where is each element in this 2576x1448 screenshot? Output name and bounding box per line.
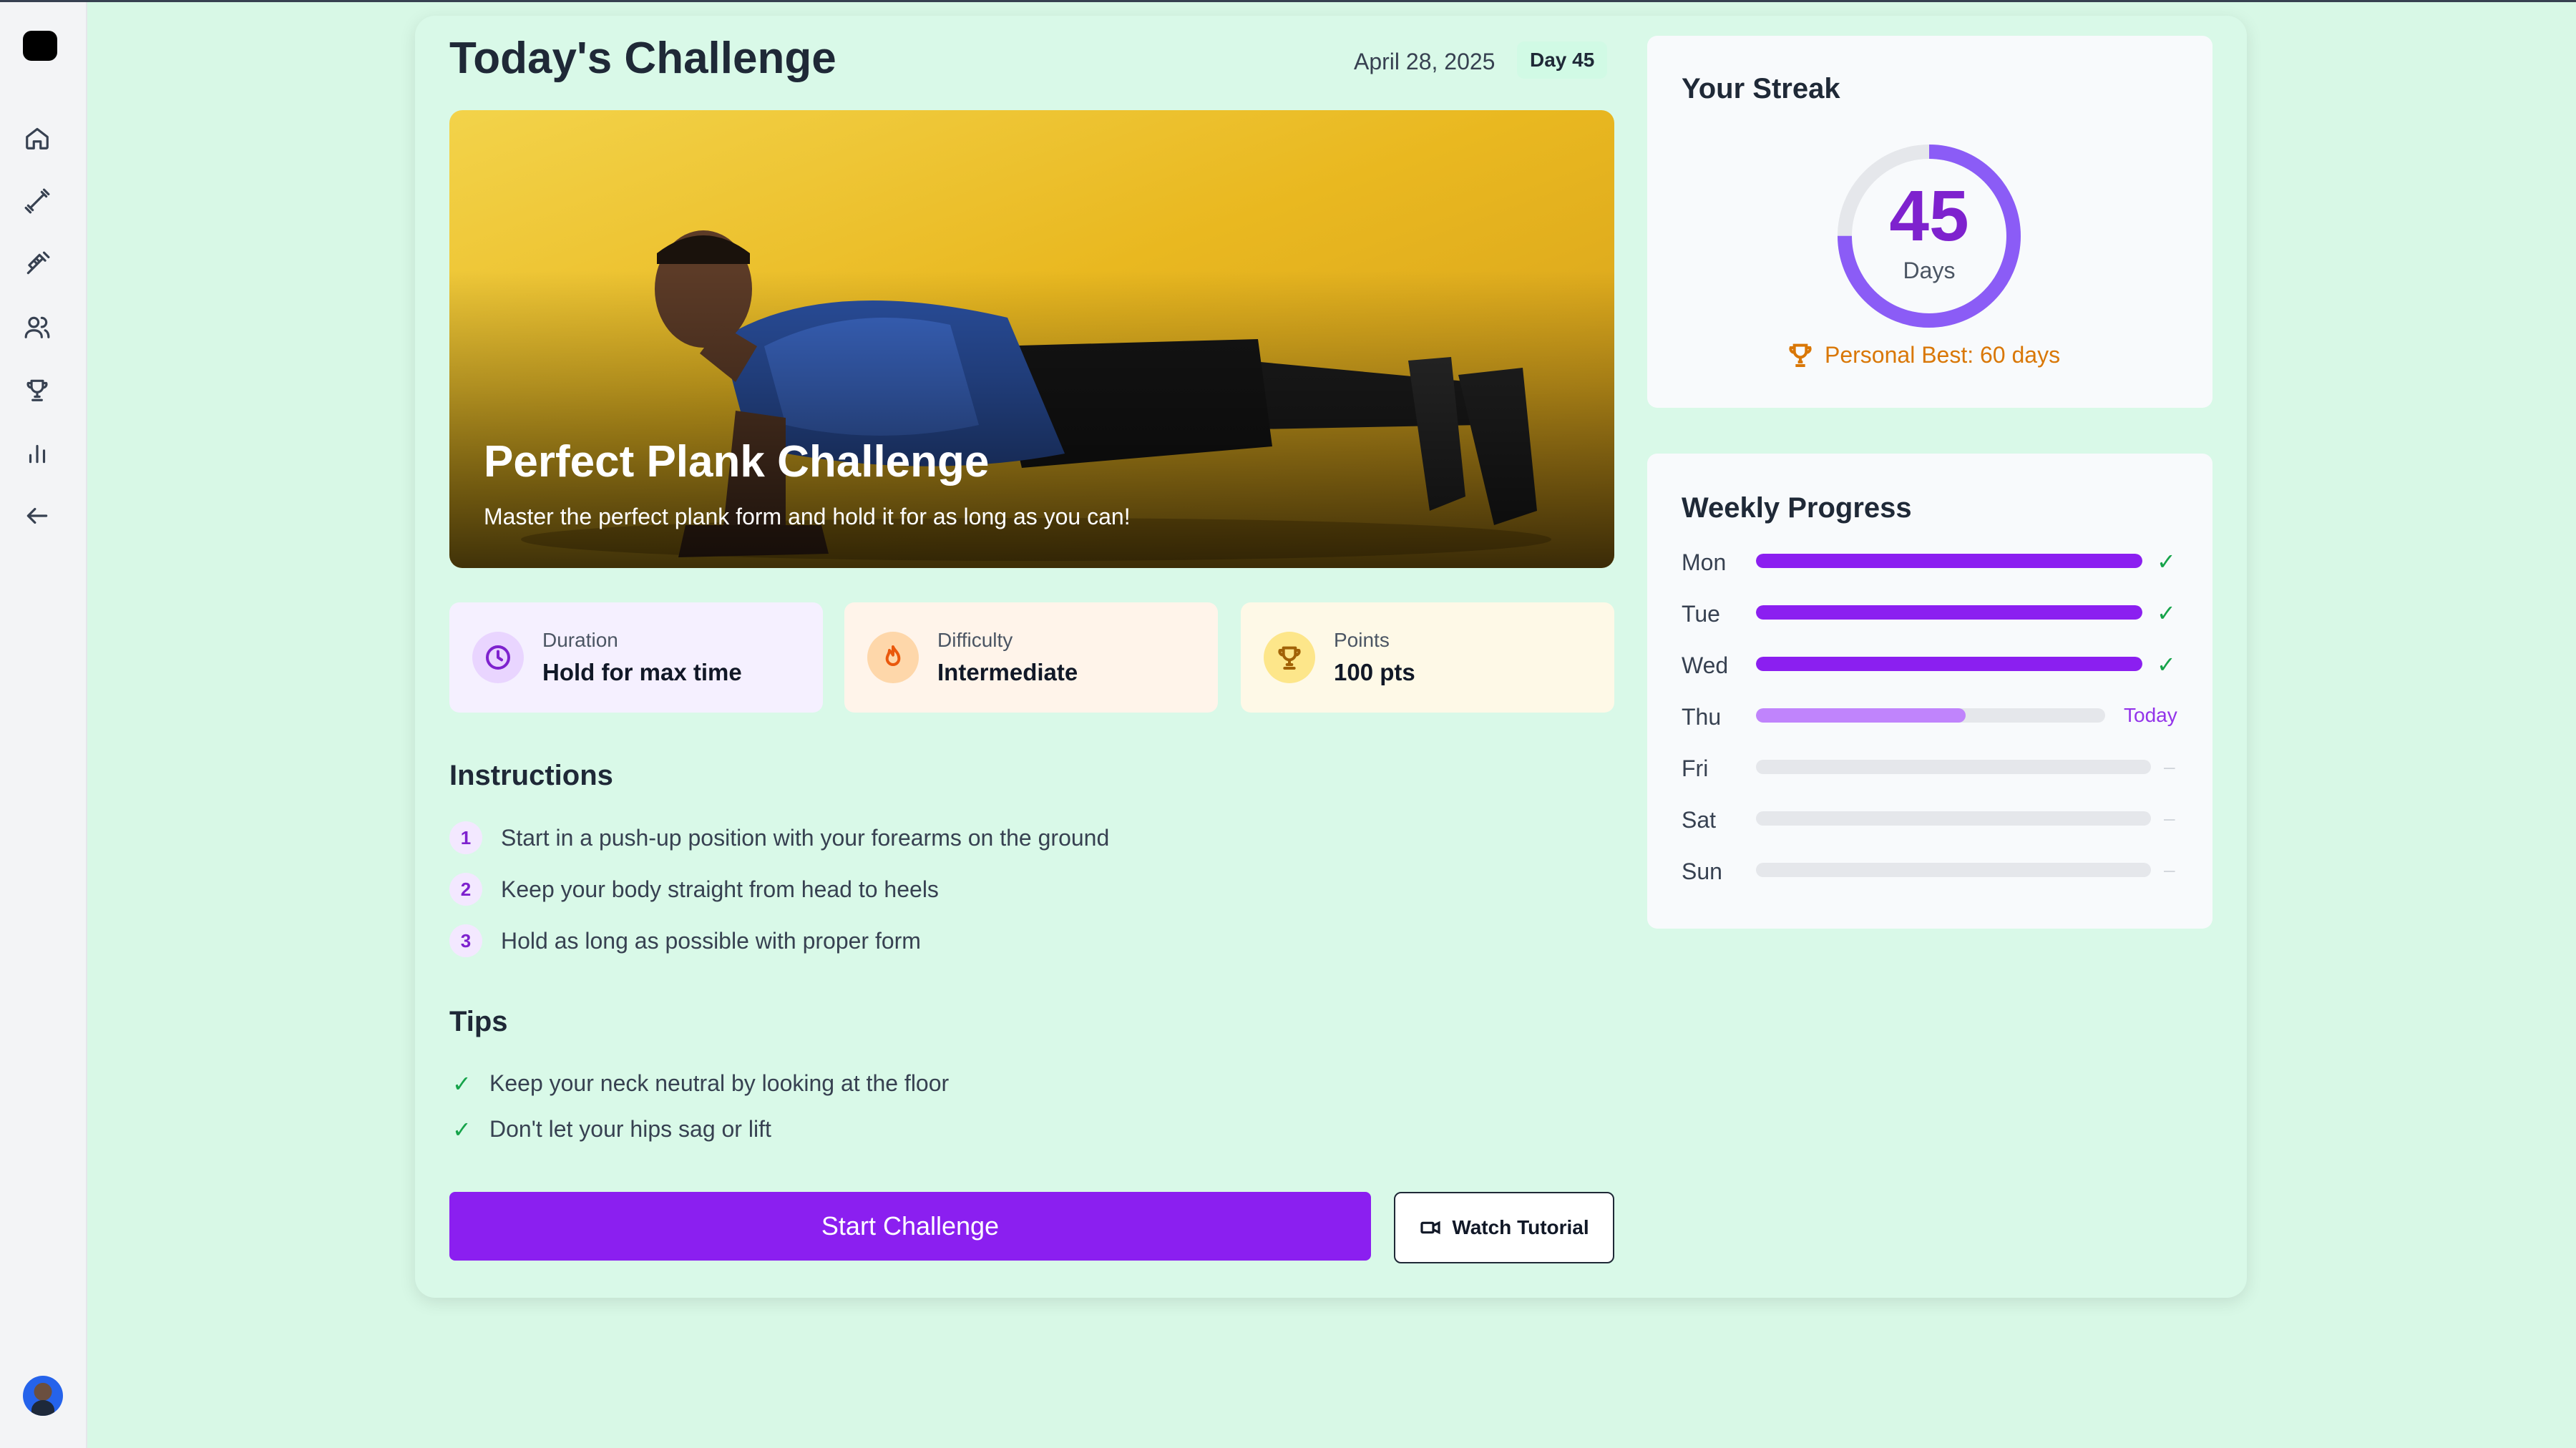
clock-icon <box>472 632 524 683</box>
weekday-label: Mon <box>1682 549 1727 575</box>
check-icon: ✓ <box>2157 600 2176 626</box>
stat-label: Duration <box>542 629 618 651</box>
syringe-icon[interactable] <box>20 247 54 281</box>
tip-text: Keep your neck neutral by looking at the… <box>489 1070 950 1096</box>
check-icon: ✓ <box>2157 652 2176 677</box>
points-card: Points 100 pts <box>1241 602 1614 713</box>
challenge-name: Perfect Plank Challenge <box>484 437 990 486</box>
users-icon[interactable] <box>20 310 54 344</box>
stat-label: Points <box>1334 629 1390 651</box>
hero-banner: Perfect Plank Challenge Master the perfe… <box>449 110 1614 568</box>
weekday-progress-fill <box>1756 708 1966 723</box>
stat-label: Difficulty <box>937 629 1013 651</box>
weekday-progress-bar <box>1756 657 2142 671</box>
weekday-progress-bar <box>1756 708 2105 723</box>
weekday-progress-bar <box>1756 605 2142 620</box>
step-number: 2 <box>449 873 482 906</box>
streak-panel: Your Streak 45 Days Personal Best: 60 da… <box>1647 36 2212 408</box>
weekday-progress-bar <box>1756 554 2142 568</box>
weekday-label: Thu <box>1682 704 1722 730</box>
step-number: 3 <box>449 924 482 957</box>
trophy-icon[interactable] <box>20 373 54 407</box>
challenge-description: Master the perfect plank form and hold i… <box>484 504 1131 529</box>
day-badge: Day 45 <box>1517 41 1608 79</box>
streak-days-label: Days <box>1903 258 1956 283</box>
weekday-progress-fill <box>1756 657 2142 671</box>
pending-dash: – <box>2164 755 2175 778</box>
stat-value: Intermediate <box>937 659 1078 685</box>
bar-chart-icon[interactable] <box>20 436 54 470</box>
arrow-left-icon[interactable] <box>20 499 54 533</box>
trophy-icon <box>1789 343 1812 367</box>
step-text: Hold as long as possible with proper for… <box>501 928 921 954</box>
weekday-label: Sat <box>1682 807 1717 833</box>
step-text: Keep your body straight from head to hee… <box>501 876 939 902</box>
weekly-progress-panel: Weekly Progress Mon ✓ Tue ✓ Wed ✓ Thu Today Fri –… <box>1647 454 2212 929</box>
tips-heading: Tips <box>449 1006 508 1037</box>
page-title: Today's Challenge <box>449 34 836 83</box>
today-label: Today <box>2124 704 2177 726</box>
weekday-progress-bar <box>1756 811 2151 826</box>
pending-dash: – <box>2164 858 2175 881</box>
window-top-border <box>0 0 2576 2</box>
weekly-progress-title: Weekly Progress <box>1682 492 1912 524</box>
home-icon[interactable] <box>20 121 54 155</box>
weekday-progress-fill <box>1756 554 2142 568</box>
step-text: Start in a push-up position with your fo… <box>501 825 1110 851</box>
watch-tutorial-label: Watch Tutorial <box>1452 1216 1589 1238</box>
flame-icon <box>867 632 919 683</box>
weekday-progress-fill <box>1756 605 2142 620</box>
weekday-label: Tue <box>1682 601 1720 627</box>
weekday-progress-bar <box>1756 863 2151 877</box>
challenge-date: April 28, 2025 <box>1354 49 1496 74</box>
video-icon <box>1420 1220 1440 1235</box>
personal-best: Personal Best: 60 days <box>1786 341 2060 369</box>
instructions-heading: Instructions <box>449 760 613 791</box>
weekday-progress-bar <box>1756 760 2151 774</box>
sidebar <box>0 2 87 1448</box>
trophy-icon <box>1264 632 1315 683</box>
dumbbell-icon[interactable] <box>20 184 54 218</box>
streak-days: 45 <box>1889 176 1969 256</box>
step-number: 1 <box>449 821 482 854</box>
check-icon: ✓ <box>452 1071 472 1097</box>
weekday-label: Fri <box>1682 755 1709 781</box>
streak-title: Your Streak <box>1682 73 1840 104</box>
weekday-label: Sun <box>1682 858 1722 884</box>
check-icon: ✓ <box>2157 549 2176 574</box>
check-icon: ✓ <box>452 1117 472 1143</box>
app-logo[interactable] <box>23 31 57 61</box>
pending-dash: – <box>2164 807 2175 829</box>
difficulty-card: Difficulty Intermediate <box>844 602 1218 713</box>
stat-value: 100 pts <box>1334 659 1415 685</box>
personal-best-text: Personal Best: 60 days <box>1825 341 2061 368</box>
hero-overlay <box>449 110 1614 568</box>
avatar[interactable] <box>23 1376 63 1416</box>
start-challenge-button[interactable]: Start Challenge <box>449 1192 1371 1261</box>
tip-text: Don't let your hips sag or lift <box>489 1116 771 1142</box>
duration-card: Duration Hold for max time <box>449 602 823 713</box>
weekday-label: Wed <box>1682 652 1729 678</box>
stat-value: Hold for max time <box>542 659 742 685</box>
watch-tutorial-button[interactable]: Watch Tutorial <box>1394 1192 1614 1263</box>
